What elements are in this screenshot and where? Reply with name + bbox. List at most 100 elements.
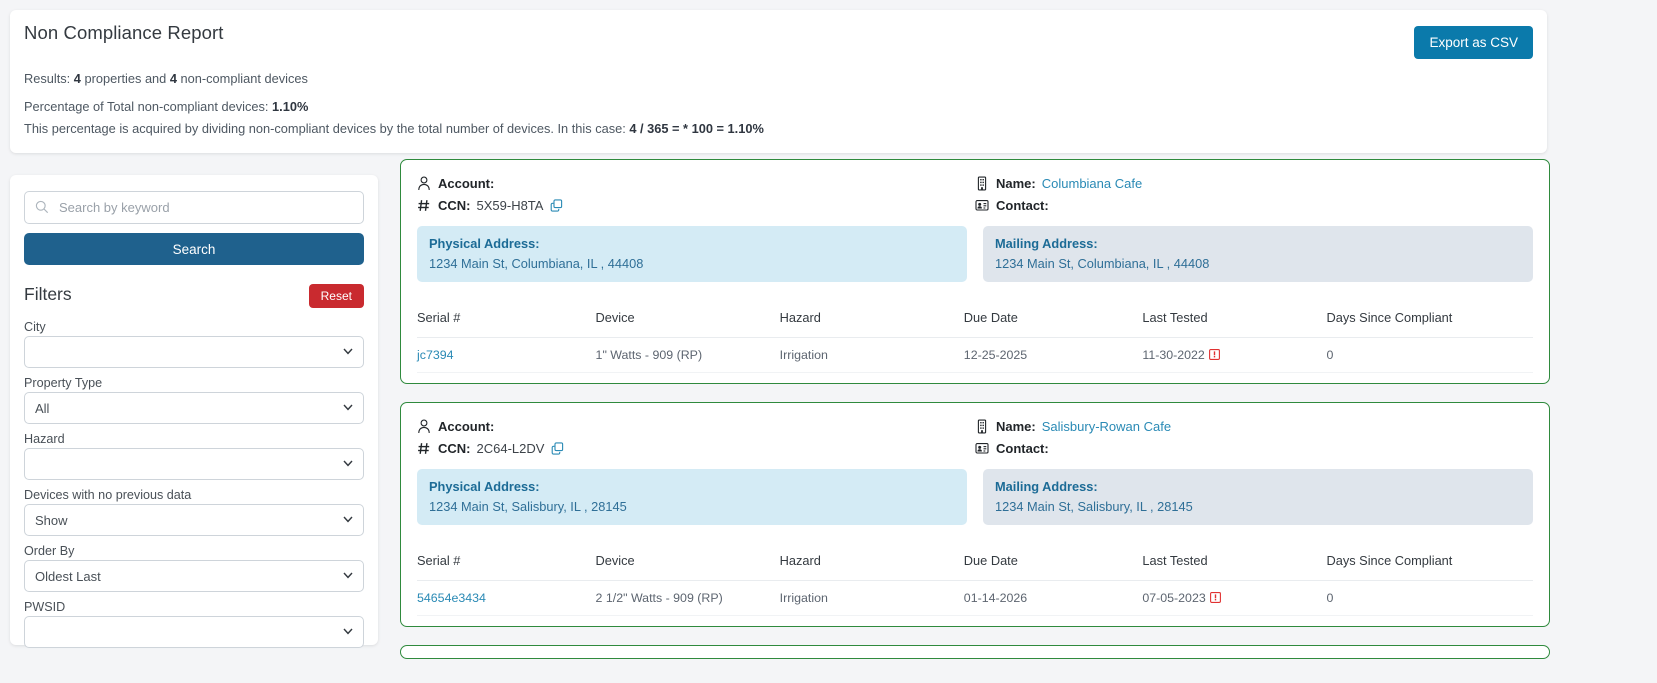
search-button[interactable]: Search [24,233,364,265]
cell-days-since-compliant: 0 [1326,337,1533,373]
account-label: Account: [438,176,495,191]
address-row: Physical Address: 1234 Main St, Columbia… [417,226,1533,282]
physical-address-block: Physical Address: 1234 Main St, Columbia… [417,226,967,282]
mailing-address-value: 1234 Main St, Salisbury, IL , 28145 [995,499,1193,514]
filter-city-select[interactable] [24,336,364,368]
mailing-address-value: 1234 Main St, Columbiana, IL , 44408 [995,256,1210,271]
last-tested-value: 11-30-2022 [1142,348,1205,362]
cell-hazard: Irrigation [779,337,964,373]
physical-address-value: 1234 Main St, Columbiana, IL , 44408 [429,256,644,271]
filter-hazard-select[interactable] [24,448,364,480]
filter-pwsid-select[interactable] [24,616,364,648]
hash-icon [418,443,430,454]
search-field-wrapper [24,191,364,224]
header-serial: Serial # [417,547,596,581]
account-row: Account: [417,419,975,434]
filter-no-previous-data-label: Devices with no previous data [24,488,192,502]
results-device-count: 4 [169,71,177,86]
percentage-explanation: This percentage is acquired by dividing … [24,121,764,136]
filter-city-label: City [24,320,46,334]
hash-icon [418,200,430,211]
filter-pwsid-select-wrapper [24,616,364,648]
cell-days-since-compliant: 0 [1326,580,1533,616]
device-serial-link[interactable]: jc7394 [417,348,454,362]
percentage-summary: Percentage of Total non-compliant device… [24,99,308,114]
name-row: Name: Columbiana Cafe [975,176,1533,191]
mailing-address-block: Mailing Address: 1234 Main St, Columbian… [983,226,1533,282]
account-row: Account: [417,176,975,191]
header-last-tested: Last Tested [1142,304,1327,338]
mailing-address-label: Mailing Address: [995,479,1098,494]
ccn-label: CCN: [438,198,471,213]
results-mid: properties and [80,71,170,86]
devices-table: Serial # Device Hazard Due Date Last Tes… [417,547,1533,616]
property-identity-column: Account: CCN: 5X59-H8TA [417,176,975,220]
filter-property-type-select-wrapper: All [24,392,364,424]
filter-no-previous-data: Devices with no previous data Show [24,488,364,536]
page-title: Non Compliance Report [24,22,224,43]
header-hazard: Hazard [779,304,964,338]
property-name-column: Name: Columbiana Cafe Contact: [975,176,1533,220]
address-row: Physical Address: 1234 Main St, Salisbur… [417,469,1533,525]
alert-square-icon [1209,592,1221,603]
cell-device: 1" Watts - 909 (RP) [595,337,780,373]
filter-hazard: Hazard [24,432,364,480]
name-label: Name: [996,419,1036,434]
filter-order-by-select[interactable]: Oldest Last [24,560,364,592]
report-header-card: Non Compliance Report Export as CSV Resu… [10,10,1547,153]
header-device: Device [595,547,780,581]
alert-square-icon [1208,349,1220,360]
table-row: 54654e3434 2 1/2" Watts - 909 (RP) Irrig… [417,580,1533,616]
property-card: Account: CCN: 5X59-H8TA Name: Columbiana… [400,159,1550,384]
copy-icon[interactable] [551,442,564,455]
physical-address-block: Physical Address: 1234 Main St, Salisbur… [417,469,967,525]
results-list: Account: CCN: 5X59-H8TA Name: Columbiana… [400,159,1550,659]
header-days-since-compliant: Days Since Compliant [1326,304,1533,338]
filter-pwsid-label: PWSID [24,600,66,614]
contact-card-icon [975,200,989,211]
results-summary: Results: 4 properties and 4 non-complian… [24,71,308,86]
filters-sidebar: Search Filters Reset City Property Type … [10,175,378,648]
property-card-header: Account: CCN: 5X59-H8TA Name: Columbiana… [417,176,1533,220]
devices-table-header-row: Serial # Device Hazard Due Date Last Tes… [417,547,1533,581]
cell-due-date: 12-25-2025 [963,337,1143,373]
ccn-row: CCN: 5X59-H8TA [417,198,975,213]
contact-row: Contact: [975,198,1533,213]
explanation-formula: 4 / 365 = * 100 = 1.10% [629,121,764,136]
filter-city-select-wrapper [24,336,364,368]
property-name-column: Name: Salisbury-Rowan Cafe Contact: [975,419,1533,463]
filter-property-type-select[interactable]: All [24,392,364,424]
header-due-date: Due Date [963,304,1143,338]
account-label: Account: [438,419,495,434]
ccn-label: CCN: [438,441,471,456]
last-tested-value: 07-05-2023 [1142,591,1206,605]
header-days-since-compliant: Days Since Compliant [1326,547,1533,581]
cell-last-tested: 11-30-2022 [1142,337,1327,373]
physical-address-label: Physical Address: [429,479,540,494]
copy-icon[interactable] [550,199,563,212]
header-last-tested: Last Tested [1142,547,1327,581]
filter-order-by: Order By Oldest Last [24,544,364,592]
export-as-csv-button[interactable]: Export as CSV [1414,26,1533,59]
person-icon [418,176,430,191]
mailing-address-label: Mailing Address: [995,236,1098,251]
device-serial-link[interactable]: 54654e3434 [417,591,486,605]
percentage-label: Percentage of Total non-compliant device… [24,99,273,114]
property-name-link[interactable]: Columbiana Cafe [1042,176,1142,191]
search-input[interactable] [24,191,364,224]
non-compliance-report-page: Non Compliance Report Export as CSV Resu… [0,0,1657,683]
name-label: Name: [996,176,1036,191]
filter-no-previous-data-value: Show [35,512,68,528]
property-card: Account: CCN: 2C64-L2DV Name: Salisbury-… [400,402,1550,627]
building-icon [977,176,987,191]
filter-hazard-select-wrapper [24,448,364,480]
reset-filters-button[interactable]: Reset [308,284,364,308]
filter-no-previous-data-select[interactable]: Show [24,504,364,536]
filter-order-by-select-wrapper: Oldest Last [24,560,364,592]
physical-address-label: Physical Address: [429,236,540,251]
cell-last-tested: 07-05-2023 [1142,580,1327,616]
header-due-date: Due Date [963,547,1143,581]
filter-property-type-label: Property Type [24,376,103,390]
property-name-link[interactable]: Salisbury-Rowan Cafe [1042,419,1171,434]
header-serial: Serial # [417,304,596,338]
